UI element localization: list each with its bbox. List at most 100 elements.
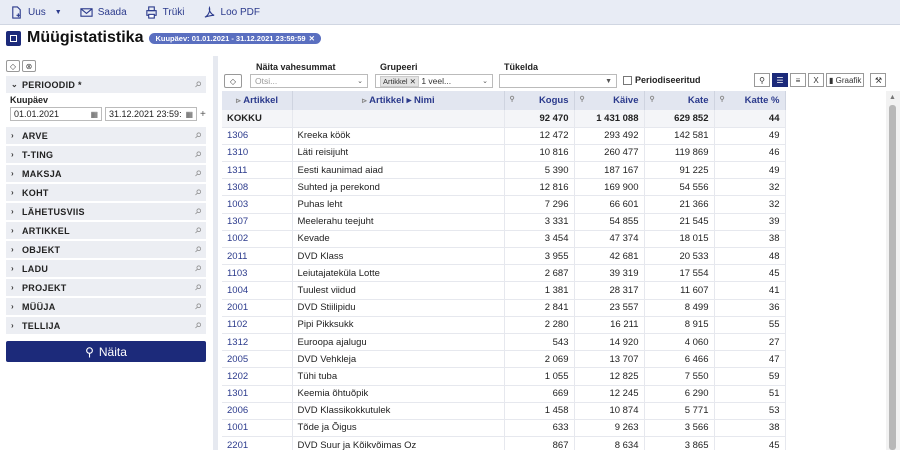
table-row[interactable]: 1004 Tuulest viidud 1 381 28 317 11 607 41 — [222, 281, 786, 300]
new-button[interactable]: Uus ▼ — [10, 5, 62, 19]
date-from-field[interactable]: 01.01.2021 ▦ — [10, 107, 102, 121]
date-to-field[interactable]: 31.12.2021 23:59: ▦ — [105, 107, 197, 121]
pin-icon[interactable]: ⚲ — [193, 149, 204, 160]
table-cell[interactable]: 2011 — [222, 247, 293, 266]
group-maksja[interactable]: › MAKSJA ⚲ — [6, 165, 206, 182]
table-cell[interactable]: 2005 — [222, 350, 293, 369]
show-button[interactable]: ⚲ Näita — [6, 341, 206, 362]
table-row[interactable]: 2011 DVD Klass 3 955 42 681 20 533 48 — [222, 247, 786, 266]
group-müüja[interactable]: › MÜÜJA ⚲ — [6, 298, 206, 315]
list-view-icon[interactable]: ☰ — [772, 73, 788, 87]
pin-icon[interactable]: ⚲ — [193, 263, 204, 274]
table-row[interactable]: 1001 Tõde ja Õigus 633 9 263 3 566 38 — [222, 419, 786, 438]
table-row[interactable]: 1312 Euroopa ajalugu 543 14 920 4 060 27 — [222, 333, 786, 352]
diamond-icon[interactable]: ◇ — [224, 74, 242, 88]
pin-icon[interactable]: ⚲ — [193, 168, 204, 179]
group-tag[interactable]: Artikkel ✕ — [380, 76, 419, 87]
table-cell[interactable]: 1002 — [222, 230, 293, 249]
group-perioodid[interactable]: ⌄ PERIOODID * ⚲ — [6, 76, 206, 93]
table-row[interactable]: 1102 Pipi Pikksukk 2 280 16 211 8 915 55 — [222, 316, 786, 334]
scrollbar-thumb[interactable] — [889, 105, 896, 450]
pin-icon[interactable]: ⚲ — [193, 320, 204, 331]
table-cell[interactable]: 1310 — [222, 144, 293, 163]
pin-icon[interactable]: ⚲ — [193, 206, 204, 217]
table-row[interactable]: 1311 Eesti kaunimad aiad 5 390 187 167 91 22… — [222, 161, 786, 180]
scroll-up-icon[interactable]: ▲ — [889, 94, 896, 101]
table-row[interactable]: 1307 Meelerahu teejuht 3 331 54 855 21 545 39 — [222, 213, 786, 231]
pin-icon[interactable]: ⚲ — [193, 225, 204, 236]
table-cell[interactable]: 1103 — [222, 264, 293, 283]
excel-icon[interactable]: X — [808, 73, 824, 87]
pin-icon[interactable]: ⚲ — [193, 282, 204, 293]
group-tellija[interactable]: › TELLIJA ⚲ — [6, 317, 206, 334]
search-icon[interactable]: ⚲ — [754, 73, 770, 87]
chevron-down-icon: ⌄ — [11, 80, 19, 89]
group-lähetusviis[interactable]: › LÄHETUSVIIS ⚲ — [6, 203, 206, 220]
table-cell[interactable]: 1004 — [222, 281, 293, 300]
table-row[interactable]: 1310 Läti reisijuht 10 816 260 477 119 869 46 — [222, 144, 786, 163]
table-cell[interactable]: 1307 — [222, 213, 293, 231]
group-tting[interactable]: › T-TING ⚲ — [6, 146, 206, 163]
periodic-checkbox[interactable]: Periodiseeritud — [623, 75, 701, 85]
pin-icon[interactable]: ⚲ — [193, 187, 204, 198]
pin-icon[interactable]: ⚲ — [193, 79, 204, 90]
table-row[interactable]: 1103 Leiutajateküla Lotte 2 687 39 319 17 55… — [222, 264, 786, 283]
table-row[interactable]: 2005 DVD Vehkleja 2 069 13 707 6 466 47 — [222, 350, 786, 369]
table-row[interactable]: 2006 DVD Klassikokkutulek 1 458 10 874 5 771… — [222, 402, 786, 420]
table-cell[interactable]: 1312 — [222, 333, 293, 352]
table-row[interactable]: 1306 Kreeka köök 12 472 293 492 142 581 49 — [222, 127, 786, 145]
table-row[interactable]: 1003 Puhas leht 7 296 66 601 21 366 32 — [222, 195, 786, 214]
pin-icon[interactable]: ⚲ — [193, 301, 204, 312]
table-cell[interactable]: 1102 — [222, 316, 293, 334]
column-header[interactable]: ⚲ Katte % — [714, 91, 786, 110]
table-cell[interactable]: 1311 — [222, 161, 293, 180]
table-row[interactable]: 1002 Kevade 3 454 47 374 18 015 38 — [222, 230, 786, 249]
table-cell[interactable]: 1308 — [222, 178, 293, 197]
table-cell: 119 869 — [644, 144, 715, 163]
diamond-icon[interactable]: ◇ — [6, 60, 20, 72]
compact-view-icon[interactable]: ≡ — [790, 73, 806, 87]
group-by-select[interactable]: Artikkel ✕ 1 veel... ⌄ — [375, 74, 493, 88]
print-button[interactable]: Trüki — [145, 5, 185, 19]
group-objekt[interactable]: › OBJEKT ⚲ — [6, 241, 206, 258]
table-cell[interactable]: 2001 — [222, 299, 293, 317]
column-header[interactable]: ⚲ Kate — [644, 91, 715, 110]
table-row[interactable]: 1301 Keemia õhtuõpik 669 12 245 6 290 51 — [222, 385, 786, 403]
column-header[interactable]: ⚲ Kogus — [504, 91, 575, 110]
split-select[interactable]: ▼ — [499, 74, 617, 88]
group-artikkel[interactable]: › ARTIKKEL ⚲ — [6, 222, 206, 239]
plus-icon[interactable]: + — [200, 109, 206, 120]
date-filter-chip[interactable]: Kuupäev: 01.01.2021 - 31.12.2021 23:59:5… — [149, 32, 321, 44]
calendar-icon[interactable]: ▦ — [90, 110, 98, 119]
table-row[interactable]: 2001 DVD Stiilipidu 2 841 23 557 8 499 36 — [222, 299, 786, 317]
panel-divider[interactable] — [213, 56, 218, 450]
table-cell[interactable]: 2201 — [222, 436, 293, 450]
table-cell[interactable]: 2006 — [222, 402, 293, 420]
table-cell[interactable]: 1306 — [222, 127, 293, 145]
column-header[interactable]: ⊳ Artikkel — [222, 91, 293, 110]
group-koht[interactable]: › KOHT ⚲ — [6, 184, 206, 201]
close-icon[interactable]: ✕ — [309, 34, 315, 43]
group-projekt[interactable]: › PROJEKT ⚲ — [6, 279, 206, 296]
group-ladu[interactable]: › LADU ⚲ — [6, 260, 206, 277]
pin-icon[interactable]: ⚲ — [193, 244, 204, 255]
create-pdf-button[interactable]: Loo PDF — [203, 5, 260, 19]
graph-button[interactable]: ▮ Graafik — [826, 73, 865, 87]
column-header[interactable]: ⊳ Artikkel ▸ Nimi — [292, 91, 505, 110]
table-cell[interactable]: 1001 — [222, 419, 293, 438]
table-cell[interactable]: 1301 — [222, 385, 293, 403]
group-arve[interactable]: › ARVE ⚲ — [6, 127, 206, 144]
wrench-icon[interactable]: ⚒ — [870, 73, 887, 87]
clear-icon[interactable]: ⊗ — [22, 60, 36, 72]
vertical-scrollbar[interactable]: ▲ — [886, 91, 900, 450]
table-cell[interactable]: 1202 — [222, 367, 293, 386]
send-button[interactable]: Saada — [80, 6, 127, 19]
table-row[interactable]: 2201 DVD Suur ja Kõikvõimas Oz 867 8 634 3 8… — [222, 436, 786, 450]
column-header[interactable]: ⚲ Käive — [574, 91, 645, 110]
table-cell[interactable]: 1003 — [222, 195, 293, 214]
subtotals-input[interactable]: Otsi... ⌄ — [250, 74, 368, 88]
pin-icon[interactable]: ⚲ — [193, 130, 204, 141]
table-row[interactable]: 1202 Tühi tuba 1 055 12 825 7 550 59 — [222, 367, 786, 386]
calendar-icon[interactable]: ▦ — [185, 110, 193, 119]
table-row[interactable]: 1308 Suhted ja perekond 12 816 169 900 54 55… — [222, 178, 786, 197]
